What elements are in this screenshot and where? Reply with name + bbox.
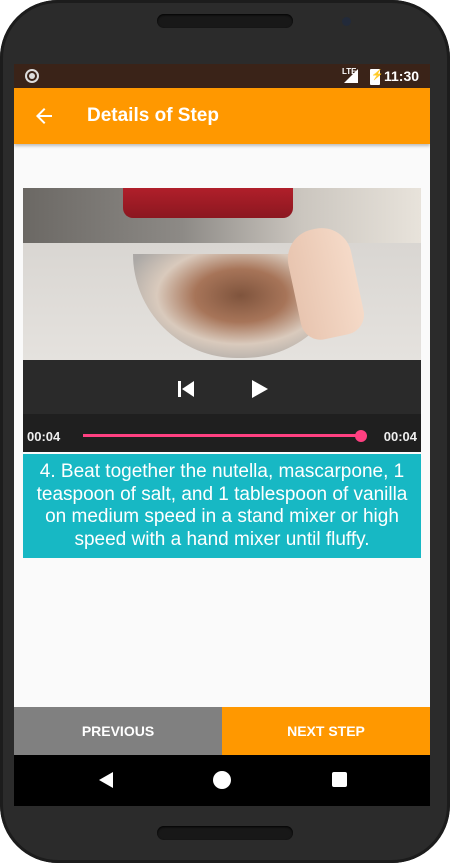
seek-bar[interactable] [83,434,361,437]
nav-recents-icon[interactable] [332,772,347,787]
skip-previous-icon[interactable] [176,379,196,399]
bottom-speaker [157,826,293,840]
network-type-label: LTE [342,67,357,76]
video-mixer [123,188,293,218]
nav-back-icon[interactable] [97,771,115,789]
front-camera [342,17,351,26]
next-step-button[interactable]: NEXT STEP [222,707,430,755]
previous-button-label: PREVIOUS [81,723,155,739]
video-frame[interactable] [23,188,421,360]
previous-button[interactable]: PREVIOUS [14,707,222,755]
video-player[interactable]: 00:04 00:04 [23,188,421,452]
status-bar: LTE ⚡ 11:30 [14,64,430,88]
status-time: 11:30 [384,68,420,84]
app-toolbar: Details of Step [14,88,430,144]
nav-home-icon[interactable] [213,771,231,789]
duration-time: 00:04 [383,429,417,444]
screen: LTE ⚡ 11:30 Details of Step 00:04 00:04 … [14,64,430,806]
page-title: Details of Step [87,105,219,126]
next-step-button-label: NEXT STEP [287,723,365,739]
step-description-text: 4. Beat together the nutella, mascarpone… [36,461,408,550]
system-nav-bar [14,755,430,806]
current-time: 00:04 [27,429,61,444]
player-controls [23,360,421,414]
top-speaker [157,14,293,28]
seek-thumb[interactable] [355,430,367,442]
play-icon[interactable] [248,378,270,400]
charging-bolt-icon: ⚡ [371,70,384,81]
arrow-back-icon[interactable] [32,104,56,128]
phone-frame: LTE ⚡ 11:30 Details of Step 00:04 00:04 … [0,0,450,863]
notification-circle-icon [25,69,39,83]
step-description: 4. Beat together the nutella, mascarpone… [23,454,421,558]
